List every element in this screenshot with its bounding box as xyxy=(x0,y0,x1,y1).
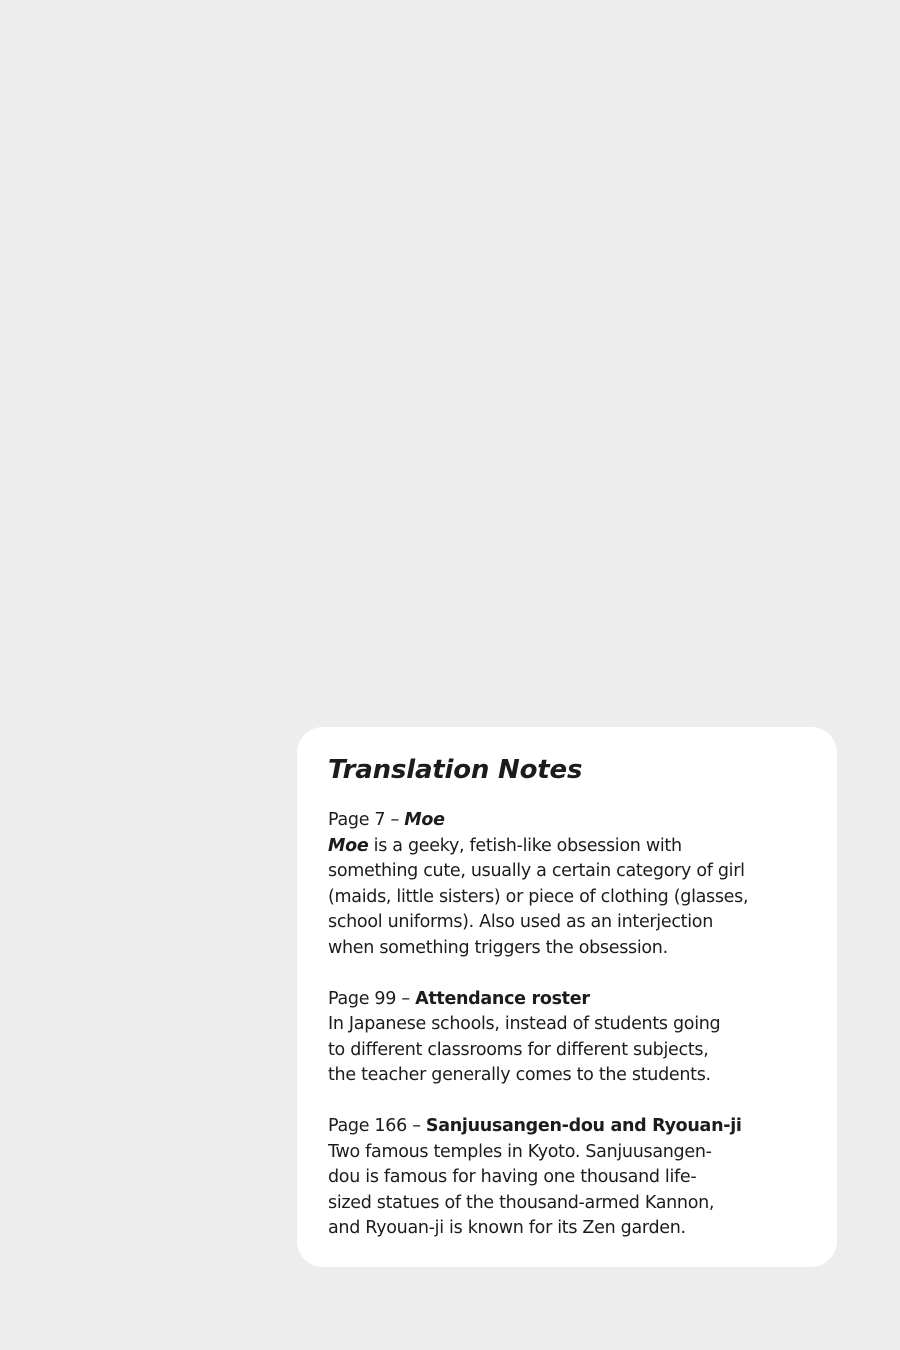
note-page-99: Page 99 – Attendance roster In Japanese … xyxy=(328,987,817,1089)
notes-title: Translation Notes xyxy=(328,755,583,785)
note-line: the teacher generally comes to the stude… xyxy=(328,1065,711,1085)
note-line: Moe is a geeky, fetish-like obsession wi… xyxy=(328,834,817,860)
note-line: school uniforms). Also used as an interj… xyxy=(328,912,713,932)
page: { "title": "Translation Notes", "notes":… xyxy=(0,0,900,1350)
note-line: sized statues of the thousand-armed Kann… xyxy=(328,1192,715,1213)
note-line: to different classrooms for different su… xyxy=(328,1039,709,1060)
note-line: dou is famous for having one thousand li… xyxy=(328,1167,697,1187)
note-heading: Page 99 – Attendance roster xyxy=(328,987,817,1013)
note-page-166: Page 166 – Sanjuusangen-dou and Ryouan-j… xyxy=(328,1114,817,1242)
translation-notes-card: Translation Notes Page 7 – Moe Moe is a … xyxy=(297,727,837,1267)
note-line: (maids, little sisters) or piece of clot… xyxy=(328,886,749,907)
note-heading: Page 166 – Sanjuusangen-dou and Ryouan-j… xyxy=(328,1114,817,1140)
note-page-label: Page 166 – xyxy=(328,1116,426,1136)
note-line: and Ryouan-ji is known for its Zen garde… xyxy=(328,1218,686,1238)
note-term: Sanjuusangen-dou and Ryouan-ji xyxy=(425,1116,742,1136)
note-line-text: is a geeky, fetish-like obsession with xyxy=(368,835,682,856)
note-page-label: Page 7 – xyxy=(328,810,405,830)
note-heading: Page 7 – Moe xyxy=(328,808,817,834)
note-term: Attendance roster xyxy=(415,988,590,1009)
note-line: In Japanese schools, instead of students… xyxy=(328,1014,721,1034)
note-line: something cute, usually a certain catego… xyxy=(328,861,745,881)
note-inline-term: Moe xyxy=(328,835,369,856)
note-line: Two famous temples in Kyoto. Sanjuusange… xyxy=(328,1141,712,1162)
note-line: when something triggers the obsession. xyxy=(328,937,668,958)
note-term: Moe xyxy=(404,810,445,830)
note-page-7: Page 7 – Moe Moe is a geeky, fetish-like… xyxy=(328,808,817,961)
note-page-label: Page 99 – xyxy=(328,988,416,1009)
